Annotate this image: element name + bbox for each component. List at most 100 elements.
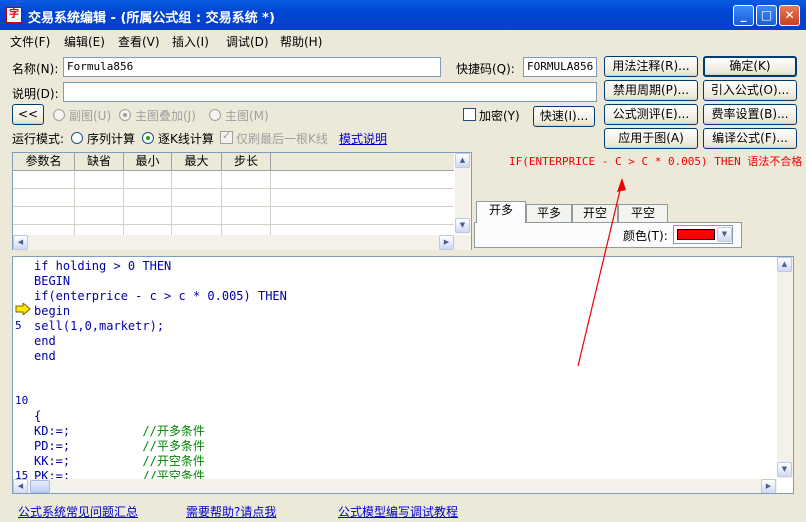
code-line: KD:=; //开多条件	[34, 424, 205, 438]
code-line: if holding > 0 THEN	[34, 259, 172, 273]
main-chart-radio[interactable]	[209, 109, 221, 121]
minimize-icon: _	[740, 8, 747, 22]
table-hscrollbar[interactable]: ◀ ▶	[13, 235, 471, 250]
table-vscrollbar[interactable]: ▲ ▼	[455, 153, 471, 234]
color-swatch	[677, 229, 715, 240]
maximize-icon: □	[760, 8, 773, 22]
col-header-max[interactable]: 最大	[172, 153, 222, 171]
menu-debug[interactable]: 调试(D)	[226, 33, 269, 50]
sequence-calc-radio[interactable]	[71, 132, 83, 144]
close-icon: ✕	[784, 8, 795, 22]
last-bar-only-label: 仅刷最后一根K线	[236, 132, 328, 146]
code-line: begin	[34, 304, 71, 318]
col-header-default[interactable]: 缺省	[75, 153, 124, 171]
ok-button[interactable]: 确定(K)	[703, 56, 797, 77]
mode-help-link[interactable]: 模式说明	[339, 130, 387, 147]
menu-view[interactable]: 查看(V)	[118, 33, 160, 50]
name-label: 名称(N):	[12, 62, 59, 76]
faq-link[interactable]: 公式系统常见问题汇总	[18, 503, 138, 520]
editor-vscrollbar[interactable]: ▲ ▼	[777, 257, 793, 478]
annotation-arrow-icon	[577, 178, 626, 367]
table-col-line	[171, 171, 172, 235]
last-bar-only-checkbox[interactable]	[220, 129, 233, 144]
encrypt-label: 加密(Y)	[479, 109, 520, 123]
menu-file[interactable]: 文件(F)	[10, 33, 50, 50]
code-line: end	[34, 334, 56, 348]
sub-chart-radio[interactable]	[53, 109, 65, 121]
scroll-up-icon[interactable]: ▲	[777, 257, 792, 272]
description-label: 说明(D):	[12, 87, 59, 101]
encrypt-checkbox[interactable]	[463, 108, 476, 121]
import-formula-button[interactable]: 引入公式(O)...	[703, 80, 797, 101]
menu-help[interactable]: 帮助(H)	[280, 33, 322, 50]
menu-edit[interactable]: 编辑(E)	[64, 33, 105, 50]
table-grid	[13, 171, 454, 235]
line-number: 5	[15, 319, 22, 332]
tab-open-long[interactable]: 开多	[476, 201, 526, 223]
scroll-right-icon[interactable]: ▶	[761, 479, 776, 493]
code-line: KK:=; //开空条件	[34, 454, 205, 468]
tab-close-long[interactable]: 平多	[526, 204, 572, 222]
bar-by-bar-label: 逐K线计算	[158, 132, 214, 146]
name-input[interactable]: Formula856	[63, 57, 441, 77]
window-title: 交易系统编辑 - (所属公式组 : 交易系统 *)	[28, 11, 275, 26]
fee-settings-button[interactable]: 费率设置(B)...	[703, 104, 797, 125]
code-editor[interactable]: 5 10 15 if holding > 0 THEN BEGIN if(enter…	[12, 256, 794, 494]
main-overlay-label: 主图叠加(J)	[135, 109, 196, 123]
menu-bar: 文件(F) 编辑(E) 查看(V) 插入(I) 调试(D) 帮助(H)	[0, 30, 806, 50]
editor-gutter: 5 10 15	[13, 257, 33, 482]
close-button[interactable]: ✕	[779, 5, 800, 26]
color-select[interactable]: ▼	[673, 225, 733, 244]
app-icon: 字	[6, 7, 22, 23]
formula-evaluate-button[interactable]: 公式测评(E)...	[604, 104, 698, 125]
code-line: BEGIN	[34, 274, 71, 288]
description-input[interactable]	[63, 82, 597, 102]
table-col-line	[221, 171, 222, 235]
bar-by-bar-radio[interactable]	[142, 132, 154, 144]
shortcut-input[interactable]: FORMULA856	[523, 57, 597, 77]
scroll-left-icon[interactable]: ◀	[13, 235, 28, 250]
menu-insert[interactable]: 插入(I)	[172, 33, 209, 50]
scroll-down-icon[interactable]: ▼	[455, 218, 470, 233]
code-line: PD:=; //平多条件	[34, 439, 205, 453]
shortcut-label: 快捷码(Q):	[456, 62, 515, 76]
footer: 公式系统常见问题汇总 需要帮助?请点我 公式模型编写调试教程	[0, 500, 806, 522]
current-line-arrow-icon	[15, 301, 31, 317]
scroll-left-icon[interactable]: ◀	[13, 479, 28, 493]
scroll-thumb[interactable]	[30, 480, 50, 493]
usage-notes-button[interactable]: 用法注释(R)...	[604, 56, 698, 77]
scroll-up-icon[interactable]: ▲	[455, 153, 470, 168]
table-col-line	[74, 171, 75, 235]
run-mode-label: 运行模式:	[12, 132, 65, 146]
main-chart-label: 主图(M)	[225, 109, 269, 123]
apply-to-chart-button[interactable]: 应用于图(A)	[604, 128, 698, 149]
sequence-calc-label: 序列计算	[87, 132, 136, 146]
maximize-button[interactable]: □	[756, 5, 777, 26]
disable-period-button[interactable]: 禁用周期(P)...	[604, 80, 698, 101]
error-message: IF(ENTERPRICE - C > C * 0.005) THEN 语法不合…	[509, 155, 803, 168]
chevron-down-icon[interactable]: ▼	[717, 227, 732, 242]
help-link[interactable]: 需要帮助?请点我	[186, 503, 276, 520]
code-line: end	[34, 349, 56, 363]
code-line: if(enterprice - c > c * 0.005) THEN	[34, 289, 287, 303]
col-header-name[interactable]: 参数名	[13, 153, 75, 171]
editor-hscrollbar[interactable]: ◀ ▶	[13, 479, 777, 493]
tutorial-link[interactable]: 公式模型编写调试教程	[338, 503, 458, 520]
col-header-blank	[271, 153, 454, 171]
quick-button[interactable]: 快速(I)...	[533, 106, 595, 127]
line-number: 10	[15, 394, 29, 407]
col-header-step[interactable]: 步长	[222, 153, 271, 171]
scroll-down-icon[interactable]: ▼	[777, 462, 792, 477]
title-bar[interactable]: 字 交易系统编辑 - (所属公式组 : 交易系统 *) _ □ ✕	[0, 0, 806, 30]
sub-chart-label: 副图(U)	[69, 109, 112, 123]
scroll-right-icon[interactable]: ▶	[439, 235, 454, 250]
table-col-line	[123, 171, 124, 235]
col-header-min[interactable]: 最小	[124, 153, 172, 171]
compile-formula-button[interactable]: 编译公式(F)...	[703, 128, 797, 149]
main-overlay-radio[interactable]	[119, 109, 131, 121]
parameter-table[interactable]: 参数名 缺省 最小 最大 步长 ▲ ▼ ◀ ▶	[12, 152, 472, 250]
code-line: {	[34, 409, 42, 423]
minimize-button[interactable]: _	[733, 5, 754, 26]
collapse-button[interactable]: <<	[12, 104, 44, 125]
table-col-line	[270, 171, 271, 235]
